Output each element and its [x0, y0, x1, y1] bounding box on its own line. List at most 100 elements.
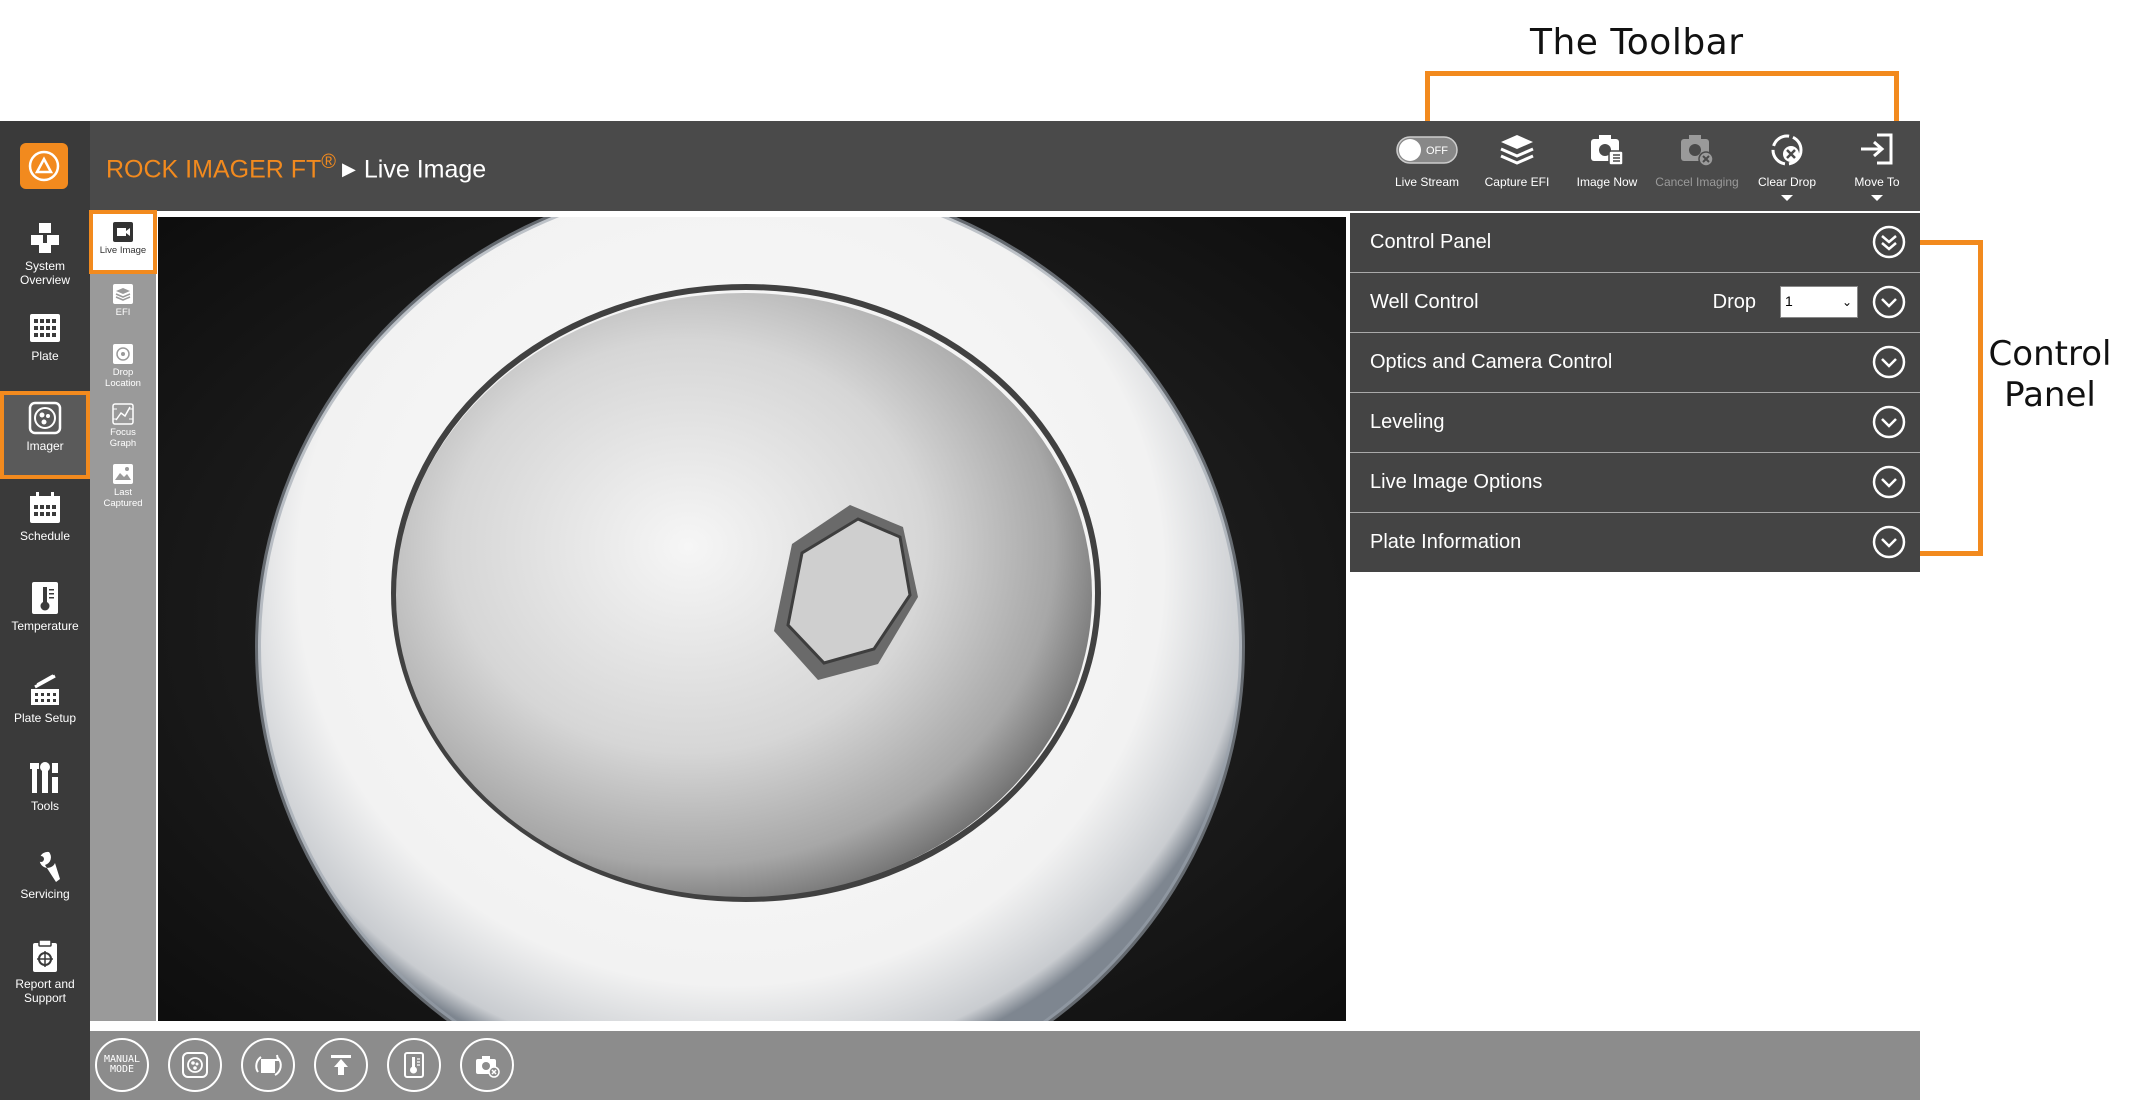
- logo-icon: [28, 150, 60, 182]
- dropdown-caret-icon[interactable]: [1871, 195, 1883, 201]
- rock-imager-app: System Overview Plate Imager Schedule Te…: [0, 121, 1920, 1100]
- sidebar-item-plate[interactable]: Plate: [0, 311, 90, 381]
- toolbar-label: Cancel Imaging: [1655, 175, 1739, 189]
- optics-camera-control-section[interactable]: Optics and Camera Control: [1350, 333, 1920, 393]
- move-to-icon: [1861, 133, 1893, 165]
- toggle-switch-icon: OFF: [1396, 136, 1458, 164]
- bottom-action-bar: MANUAL MODE: [90, 1031, 1920, 1100]
- camera-cancel-icon: [1681, 135, 1714, 167]
- drop-label: Drop: [1712, 291, 1756, 313]
- annotation-control-panel-line2: Panel: [2004, 375, 2096, 415]
- rotate-plate-icon: [255, 1054, 282, 1076]
- toolbar-label: Live Stream: [1394, 175, 1460, 189]
- temperature-button[interactable]: [387, 1038, 441, 1092]
- capture-efi-button[interactable]: Capture EFI: [1473, 127, 1561, 189]
- plate-information-section[interactable]: Plate Information: [1350, 513, 1920, 572]
- subnav-label: Live Image: [99, 245, 147, 256]
- subnav-item-focus-graph[interactable]: Focus Graph: [90, 403, 156, 453]
- clear-drop-button[interactable]: Clear Drop: [1743, 127, 1831, 201]
- drop-select-value: 1: [1785, 293, 1793, 309]
- annotation-toolbar-bracket-left: [1425, 71, 1430, 121]
- sidebar-item-schedule[interactable]: Schedule: [0, 491, 90, 561]
- imager-icon: [182, 1052, 208, 1078]
- sidebar-label: Support: [23, 991, 67, 1005]
- last-captured-icon: [113, 464, 133, 484]
- toggle-state-text: OFF: [1426, 145, 1448, 157]
- sidebar-item-servicing[interactable]: Servicing: [0, 849, 90, 919]
- thermometer-icon: [404, 1052, 424, 1078]
- chevron-down-icon[interactable]: [1872, 405, 1906, 439]
- subnav-label: Drop: [112, 367, 134, 378]
- leveling-section[interactable]: Leveling: [1350, 393, 1920, 453]
- camera-plate-icon: [1591, 135, 1624, 166]
- chevron-down-icon[interactable]: [1872, 285, 1906, 319]
- manual-mode-line2: MODE: [109, 1064, 135, 1075]
- chevron-down-icon[interactable]: [1872, 345, 1906, 379]
- sidebar-label: Imager: [26, 439, 64, 453]
- drop-select[interactable]: 1 ⌄: [1780, 286, 1858, 318]
- subnav-label: EFI: [115, 307, 131, 318]
- move-to-button[interactable]: Move To: [1833, 127, 1921, 201]
- section-label: Live Image Options: [1370, 471, 1543, 493]
- sidebar-item-plate-setup[interactable]: Plate Setup: [0, 673, 90, 743]
- live-image-viewer[interactable]: [158, 217, 1346, 1021]
- annotation-toolbar-title: The Toolbar: [1530, 22, 1744, 63]
- section-label: Well Control: [1370, 291, 1479, 313]
- rotate-plate-button[interactable]: [241, 1038, 295, 1092]
- sidebar-item-tools[interactable]: Tools: [0, 761, 90, 831]
- plate-setup-icon: [31, 674, 59, 705]
- wrench-icon: [38, 851, 60, 882]
- control-panel-header[interactable]: Control Panel: [1350, 213, 1920, 273]
- clear-drop-icon: [1771, 134, 1803, 166]
- toolbar-label: Clear Drop: [1757, 175, 1817, 189]
- sidebar-item-imager[interactable]: Imager: [0, 391, 90, 479]
- header: ROCK IMAGER FT® ▶ Live Image OFF Live Stre…: [90, 121, 1920, 211]
- app-name[interactable]: ROCK IMAGER FT: [106, 155, 321, 183]
- eject-icon: [331, 1055, 351, 1075]
- live-image-options-section[interactable]: Live Image Options: [1350, 453, 1920, 513]
- control-panel-title: Control Panel: [1370, 231, 1492, 253]
- image-now-button[interactable]: Image Now: [1563, 127, 1651, 189]
- plate-grid-icon: [30, 314, 60, 342]
- eject-plate-button[interactable]: [314, 1038, 368, 1092]
- sidebar-item-report-support[interactable]: Report and Support: [0, 939, 90, 1019]
- subnav-label: Focus: [110, 427, 136, 438]
- sidebar-label: Schedule: [19, 529, 71, 543]
- toolbar-label: Move To: [1854, 175, 1900, 189]
- select-chevron-icon: ⌄: [1841, 295, 1852, 309]
- efi-layers-icon: [113, 284, 133, 304]
- app-logo[interactable]: [20, 143, 68, 189]
- chevron-down-icon[interactable]: [1872, 465, 1906, 499]
- well-control-section[interactable]: Well Control Drop 1 ⌄: [1350, 273, 1920, 333]
- annotation-toolbar-bracket-right: [1894, 71, 1899, 121]
- thermometer-icon: [32, 582, 58, 614]
- control-panel: Control Panel Well Control Drop 1 ⌄ Opti…: [1350, 213, 1920, 572]
- sidebar-item-system-overview[interactable]: System Overview: [0, 221, 90, 299]
- camera-settings-button[interactable]: [460, 1038, 514, 1092]
- subnav-item-efi[interactable]: EFI: [90, 283, 156, 323]
- drop-location-icon: [113, 344, 133, 364]
- annotation-panel-bracket-top: [1920, 240, 1983, 245]
- section-label: Optics and Camera Control: [1370, 351, 1613, 373]
- subnav-item-drop-location[interactable]: Drop Location: [90, 343, 156, 393]
- cubes-icon: [31, 223, 59, 253]
- dropdown-caret-icon[interactable]: [1781, 195, 1793, 201]
- manual-mode-button[interactable]: MANUAL MODE: [95, 1038, 149, 1092]
- subnav-label: Location: [105, 378, 141, 389]
- live-stream-toggle[interactable]: OFF Live Stream: [1383, 127, 1471, 189]
- sidebar-label: System: [24, 259, 65, 273]
- sidebar-label: Plate: [31, 349, 59, 363]
- subnav-item-live-image[interactable]: Live Image: [89, 210, 157, 274]
- drop-image: [158, 217, 1346, 1021]
- annotation-toolbar-bracket-top: [1425, 71, 1899, 76]
- cancel-imaging-button[interactable]: Cancel Imaging: [1653, 127, 1741, 189]
- subnav-item-last-captured[interactable]: Last Captured: [90, 463, 156, 513]
- chevron-down-icon[interactable]: [1872, 525, 1906, 559]
- layers-icon: [1500, 135, 1534, 165]
- annotation-panel-bracket-bottom: [1920, 551, 1983, 556]
- double-chevron-down-icon[interactable]: [1872, 225, 1906, 259]
- breadcrumb: ROCK IMAGER FT® ▶ Live Image: [106, 151, 486, 184]
- calendar-icon: [30, 492, 60, 523]
- sidebar-item-temperature[interactable]: Temperature: [0, 581, 90, 651]
- imager-view-button[interactable]: [168, 1038, 222, 1092]
